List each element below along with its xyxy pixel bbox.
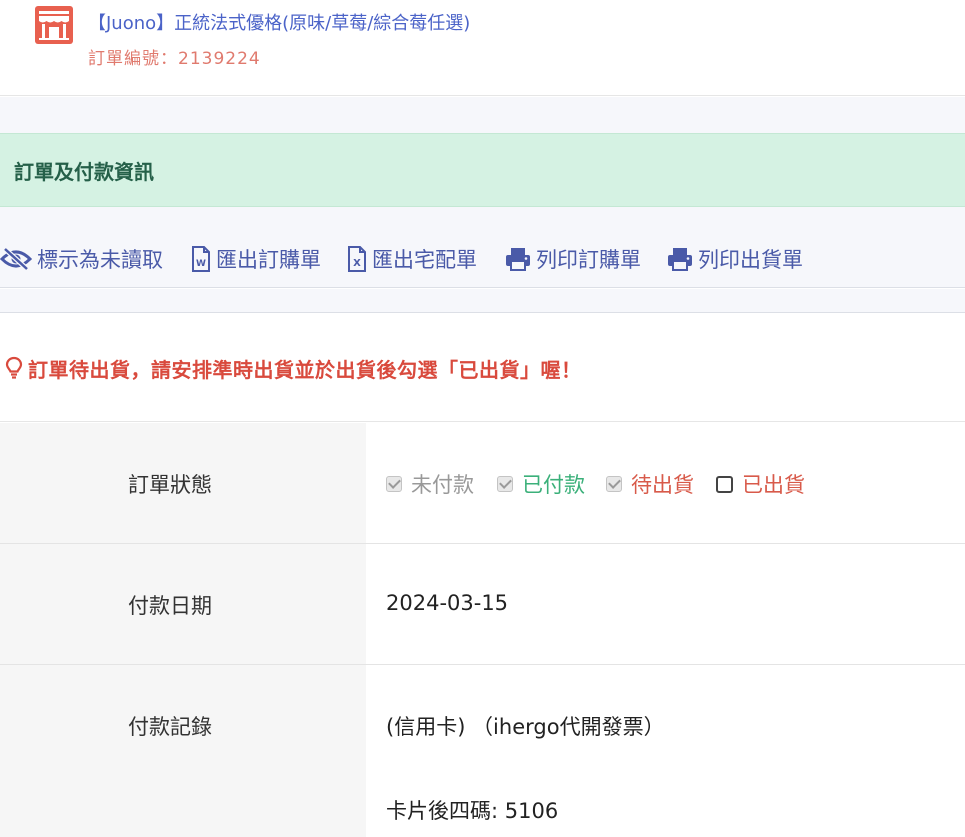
export-order-button[interactable]: W 匯出訂購單 xyxy=(191,244,321,274)
export-delivery-label: 匯出宅配單 xyxy=(372,248,477,272)
mark-unread-label: 標示為未讀取 xyxy=(37,248,163,272)
status-unpaid[interactable]: 未付款 xyxy=(386,469,474,499)
lightbulb-icon xyxy=(5,356,23,384)
shipping-alert: 訂單待出貨，請安排準時出貨並於出貨後勾選「已出貨」喔！ xyxy=(0,314,965,422)
printer-icon xyxy=(667,247,693,271)
print-shipping-label: 列印出貨單 xyxy=(698,248,803,272)
card-last-four: 卡片後四碼: 5106 xyxy=(386,799,559,823)
export-order-label: 匯出訂購單 xyxy=(216,248,321,272)
status-label: 待出貨 xyxy=(631,473,694,497)
status-checkbox-checked[interactable] xyxy=(606,476,622,492)
payment-method: (信用卡) （ihergo代開發票） xyxy=(386,715,665,739)
mark-unread-button[interactable]: 標示為未讀取 xyxy=(0,244,163,274)
word-file-icon: W xyxy=(191,246,211,272)
row-label-cell: 付款記錄 xyxy=(0,665,366,837)
status-pending-shipment[interactable]: 待出貨 xyxy=(606,469,694,499)
section-header: 訂單及付款資訊 xyxy=(0,133,965,207)
status-paid[interactable]: 已付款 xyxy=(497,469,585,499)
export-delivery-button[interactable]: X 匯出宅配單 xyxy=(347,244,477,274)
spacer xyxy=(0,97,965,133)
status-checkbox-unchecked[interactable] xyxy=(716,475,733,493)
payment-date-label: 付款日期 xyxy=(128,594,212,618)
row-label-cell: 訂單狀態 xyxy=(0,423,366,543)
status-checkbox-checked[interactable] xyxy=(386,476,402,492)
payment-record-value-cell: (信用卡) （ihergo代開發票） 卡片後四碼: 5106 xyxy=(366,665,965,837)
excel-file-icon: X xyxy=(347,246,367,272)
order-status-value: 未付款 已付款 待出貨 已出貨 xyxy=(366,423,965,543)
payment-record-label: 付款記錄 xyxy=(128,715,212,739)
payment-date-row: 付款日期 2024-03-15 xyxy=(0,544,965,665)
status-label: 已付款 xyxy=(522,473,585,497)
storefront-icon xyxy=(35,6,73,44)
print-order-button[interactable]: 列印訂購單 xyxy=(505,244,641,274)
section-title: 訂單及付款資訊 xyxy=(14,160,154,184)
spacer xyxy=(0,289,965,313)
payment-record-row: 付款記錄 (信用卡) （ihergo代開發票） 卡片後四碼: 5106 xyxy=(0,665,965,837)
svg-text:W: W xyxy=(196,259,206,269)
order-status-label: 訂單狀態 xyxy=(128,473,212,497)
payment-date-value-cell: 2024-03-15 xyxy=(366,544,965,664)
status-label: 已出貨 xyxy=(742,473,805,497)
svg-text:X: X xyxy=(353,258,361,269)
order-status-row: 訂單狀態 未付款 已付款 待出貨 已出貨 xyxy=(0,423,965,544)
alert-text: 訂單待出貨，請安排準時出貨並於出貨後勾選「已出貨」喔！ xyxy=(28,358,582,382)
print-order-label: 列印訂購單 xyxy=(536,248,641,272)
status-shipped[interactable]: 已出貨 xyxy=(716,469,805,499)
payment-date-value: 2024-03-15 xyxy=(386,591,509,615)
eye-slash-icon xyxy=(0,247,32,271)
order-toolbar: 標示為未讀取 W 匯出訂購單 X 匯出宅配單 列印訂購單 列印出貨單 xyxy=(0,207,965,288)
status-label: 未付款 xyxy=(411,473,474,497)
status-checkbox-checked[interactable] xyxy=(497,476,513,492)
print-shipping-button[interactable]: 列印出貨單 xyxy=(667,244,803,274)
printer-icon xyxy=(505,247,531,271)
order-header: 【Juono】正統法式優格(原味/草莓/綜合莓任選) 訂單編號：2139224 xyxy=(0,0,965,96)
order-number: 訂單編號：2139224 xyxy=(88,49,261,69)
product-title[interactable]: 【Juono】正統法式優格(原味/草莓/綜合莓任選) xyxy=(88,9,470,35)
row-label-cell: 付款日期 xyxy=(0,544,366,664)
